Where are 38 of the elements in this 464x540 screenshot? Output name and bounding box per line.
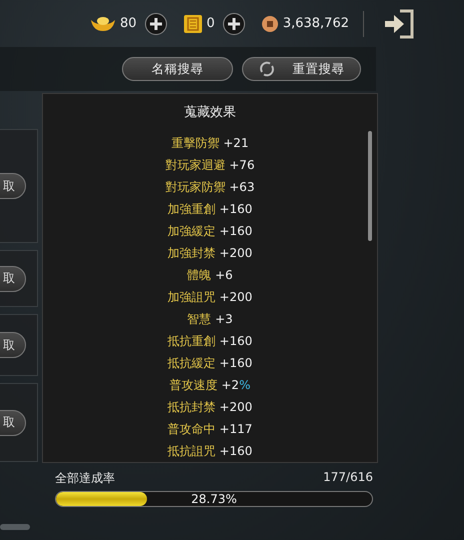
effect-entry: 智慧 +3	[187, 310, 233, 328]
refresh-icon	[258, 61, 274, 77]
effect-entry: 加強重創 +160	[168, 200, 252, 218]
ingot-icon	[90, 16, 116, 32]
add-button[interactable]	[222, 12, 245, 34]
claim-button[interactable]: 取	[0, 410, 26, 436]
effect-entry: 加強詛咒 +200	[168, 288, 252, 306]
effect-entry: 加強封禁 +200	[168, 244, 252, 262]
coin-icon	[260, 14, 279, 32]
panel-title: 蒐藏效果	[184, 104, 236, 121]
name-search-button[interactable]: 名稱搜尋	[122, 57, 233, 81]
effect-entry: 抵抗詛咒 +160	[168, 442, 252, 460]
currency-amount: 3,638,762	[282, 16, 349, 31]
progress-percent: 28.73%	[190, 492, 238, 506]
claim-button[interactable]: 取	[0, 332, 26, 358]
effect-entry: 加強緩定 +160	[168, 222, 252, 240]
exit-button[interactable]	[382, 8, 416, 40]
effect-entry: 體魄 +6	[187, 266, 233, 284]
effect-entry: 普攻命中 +117	[168, 420, 252, 438]
effect-entry: 對玩家防禦 +63	[165, 178, 255, 196]
plus-icon	[150, 18, 162, 30]
add-button[interactable]	[144, 12, 167, 34]
effect-entry: 普攻速度 +2%	[170, 376, 250, 394]
claim-button[interactable]: 取	[0, 173, 26, 199]
reset-search-button[interactable]: 重置搜尋	[242, 57, 361, 81]
effect-entry: 抵抗緩定 +160	[168, 354, 252, 372]
currency-amount: 0	[206, 16, 215, 31]
effect-entry: 重擊防禦 +21	[171, 134, 249, 152]
seal-icon	[182, 14, 203, 34]
effect-entry: 抵抗重創 +160	[168, 332, 252, 350]
currency-amount: 80	[120, 16, 137, 31]
completion-count: 177/616	[323, 470, 373, 486]
plus-icon	[228, 18, 240, 30]
scroll-handle	[0, 524, 30, 530]
completion-label: 全部達成率	[55, 470, 115, 487]
claim-button[interactable]: 取	[0, 266, 26, 292]
effect-entry: 抵抗封禁 +200	[168, 398, 252, 416]
effect-entry: 對玩家迴避 +76	[165, 156, 255, 174]
